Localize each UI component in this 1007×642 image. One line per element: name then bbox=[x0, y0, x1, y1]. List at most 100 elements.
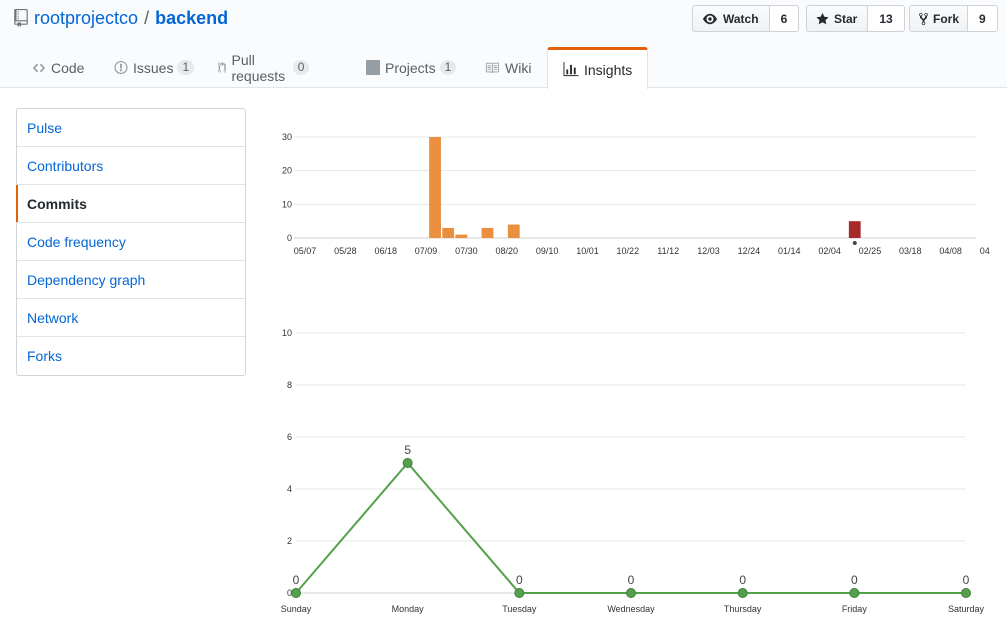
sidebar-item-forks[interactable]: Forks bbox=[17, 337, 245, 375]
repo-icon bbox=[14, 9, 28, 27]
bar-chart-x-tick-label: 07/30 bbox=[455, 246, 478, 256]
bar-chart-y-tick-label: 10 bbox=[282, 199, 292, 209]
tab-insights[interactable]: Insights bbox=[547, 47, 649, 89]
line-chart-point bbox=[514, 588, 525, 598]
issues-counter: 1 bbox=[177, 60, 195, 75]
bar-chart-x-tick-label: 02/04 bbox=[818, 246, 841, 256]
watch-count[interactable]: 6 bbox=[769, 5, 800, 32]
bar-chart-y-tick-label: 0 bbox=[287, 233, 292, 243]
watch-button[interactable]: Watch bbox=[692, 5, 770, 32]
line-chart-x-tick-label: Tuesday bbox=[502, 604, 537, 614]
bar-chart-x-tick-label: 10/01 bbox=[576, 246, 599, 256]
sidebar-item-commits[interactable]: Commits bbox=[16, 185, 245, 223]
line-chart-y-tick-label: 2 bbox=[287, 536, 292, 546]
repo-title: rootprojectco / backend bbox=[14, 7, 228, 29]
bar-chart-y-tick-label: 30 bbox=[282, 132, 292, 142]
weekly-commits-bar-chart[interactable]: 0 10 20 30 05/07 05/28 06/18 07/09 07/30 08/20 09/… bbox=[270, 125, 990, 265]
sidebar-item-code-frequency[interactable]: Code frequency bbox=[17, 223, 245, 261]
fork-button-group: Fork 9 bbox=[909, 5, 998, 32]
bar-chart-x-tick-label: 06/18 bbox=[374, 246, 397, 256]
line-chart-point bbox=[291, 588, 301, 598]
project-icon bbox=[366, 60, 380, 75]
repo-name-link[interactable]: backend bbox=[155, 7, 228, 29]
daily-commits-line-chart[interactable]: 0 2 4 6 8 10 0 Sunday 5 Monday 0 Tuesday 0 Wednesday 0… bbox=[270, 318, 995, 623]
line-chart-point bbox=[961, 588, 971, 598]
line-chart-data-label: 0 bbox=[628, 573, 635, 587]
bar-chart-bar bbox=[442, 227, 455, 238]
line-chart-point bbox=[626, 588, 636, 598]
bar-chart-x-tick-label: 12/03 bbox=[697, 246, 720, 256]
bar-chart-bar bbox=[507, 224, 520, 238]
star-label: Star bbox=[834, 11, 858, 26]
line-chart-data-label: 0 bbox=[963, 573, 970, 587]
bar-chart-x-tick-label: 02/25 bbox=[859, 246, 882, 256]
line-chart-y-tick-label: 8 bbox=[287, 380, 292, 390]
tab-wiki-label: Wiki bbox=[505, 59, 532, 76]
line-chart-point bbox=[402, 458, 413, 468]
tab-wiki[interactable]: Wiki bbox=[468, 47, 531, 88]
bar-chart-bar bbox=[481, 227, 494, 238]
tab-pull-requests[interactable]: Pull requests 0 bbox=[202, 47, 310, 88]
bar-chart-bar bbox=[429, 137, 441, 238]
repo-forked-icon bbox=[919, 12, 928, 25]
line-chart-point bbox=[849, 588, 860, 598]
fork-count[interactable]: 9 bbox=[968, 5, 998, 32]
bar-chart-bar bbox=[455, 234, 468, 238]
line-chart-x-tick-label: Monday bbox=[392, 604, 425, 614]
sidebar-item-network[interactable]: Network bbox=[17, 299, 245, 337]
bar-chart-x-tick-label: 04/29 bbox=[980, 246, 990, 256]
bar-chart-bar bbox=[848, 221, 861, 238]
bar-chart-y-tick-label: 20 bbox=[282, 166, 292, 176]
line-chart-data-label: 0 bbox=[739, 573, 746, 587]
sidebar-item-pulse[interactable]: Pulse bbox=[17, 109, 245, 147]
tab-issues-label: Issues bbox=[133, 59, 174, 76]
star-count[interactable]: 13 bbox=[868, 5, 905, 32]
line-chart-y-tick-label: 10 bbox=[282, 328, 292, 338]
tab-projects-label: Projects bbox=[385, 59, 436, 76]
git-pull-request-icon bbox=[218, 61, 227, 73]
repo-owner-link[interactable]: rootprojectco bbox=[34, 7, 138, 29]
eye-icon bbox=[703, 13, 717, 24]
selected-week-marker bbox=[852, 241, 857, 245]
watch-button-group: Watch 6 bbox=[692, 5, 800, 32]
line-chart-point bbox=[737, 588, 748, 598]
issue-opened-icon bbox=[114, 60, 128, 75]
bar-chart-x-tick-label: 01/14 bbox=[778, 246, 801, 256]
book-icon bbox=[485, 62, 499, 73]
line-chart-data-label: 0 bbox=[293, 573, 300, 587]
watch-label: Watch bbox=[723, 11, 759, 26]
bar-chart-x-tick-label: 08/20 bbox=[495, 246, 518, 256]
bar-chart-x-tick-label: 03/18 bbox=[899, 246, 922, 256]
line-chart-data-label: 0 bbox=[851, 573, 858, 587]
fork-button[interactable]: Fork bbox=[909, 5, 969, 32]
line-chart-y-tick-label: 4 bbox=[287, 484, 292, 494]
tab-projects[interactable]: Projects 1 bbox=[350, 47, 457, 88]
repo-path-separator: / bbox=[144, 8, 150, 28]
line-chart-x-tick-label: Thursday bbox=[724, 604, 762, 614]
bar-chart-x-tick-label: 07/09 bbox=[415, 246, 438, 256]
bar-chart-x-tick-label: 10/22 bbox=[617, 246, 640, 256]
projects-counter: 1 bbox=[439, 60, 457, 75]
sidebar-item-dependency-graph[interactable]: Dependency graph bbox=[17, 261, 245, 299]
line-chart-x-tick-label: Sunday bbox=[281, 604, 312, 614]
line-chart-x-tick-label: Wednesday bbox=[607, 604, 655, 614]
bar-chart-x-tick-label: 05/28 bbox=[334, 246, 357, 256]
fork-label: Fork bbox=[933, 11, 960, 26]
star-button[interactable]: Star bbox=[806, 5, 869, 32]
bar-chart-x-tick-label: 09/10 bbox=[536, 246, 559, 256]
star-icon bbox=[816, 12, 829, 24]
line-chart-y-tick-label: 6 bbox=[287, 432, 292, 442]
bar-chart-x-tick-label: 04/08 bbox=[939, 246, 962, 256]
tab-pull-requests-label: Pull requests bbox=[231, 51, 286, 84]
sidebar-item-contributors[interactable]: Contributors bbox=[17, 147, 245, 185]
repo-header: rootprojectco / backend Watch 6 Star 13 … bbox=[0, 0, 1007, 89]
tab-insights-label: Insights bbox=[584, 61, 633, 78]
pull-requests-counter: 0 bbox=[292, 60, 310, 75]
line-chart-x-tick-label: Friday bbox=[842, 604, 868, 614]
star-button-group: Star 13 bbox=[806, 5, 905, 32]
insights-sidebar-menu: Pulse Contributors Commits Code frequenc… bbox=[16, 108, 246, 376]
tab-issues[interactable]: Issues 1 bbox=[98, 47, 195, 88]
code-icon bbox=[32, 63, 46, 72]
line-chart-data-label: 0 bbox=[516, 573, 523, 587]
tab-code[interactable]: Code bbox=[16, 47, 84, 88]
